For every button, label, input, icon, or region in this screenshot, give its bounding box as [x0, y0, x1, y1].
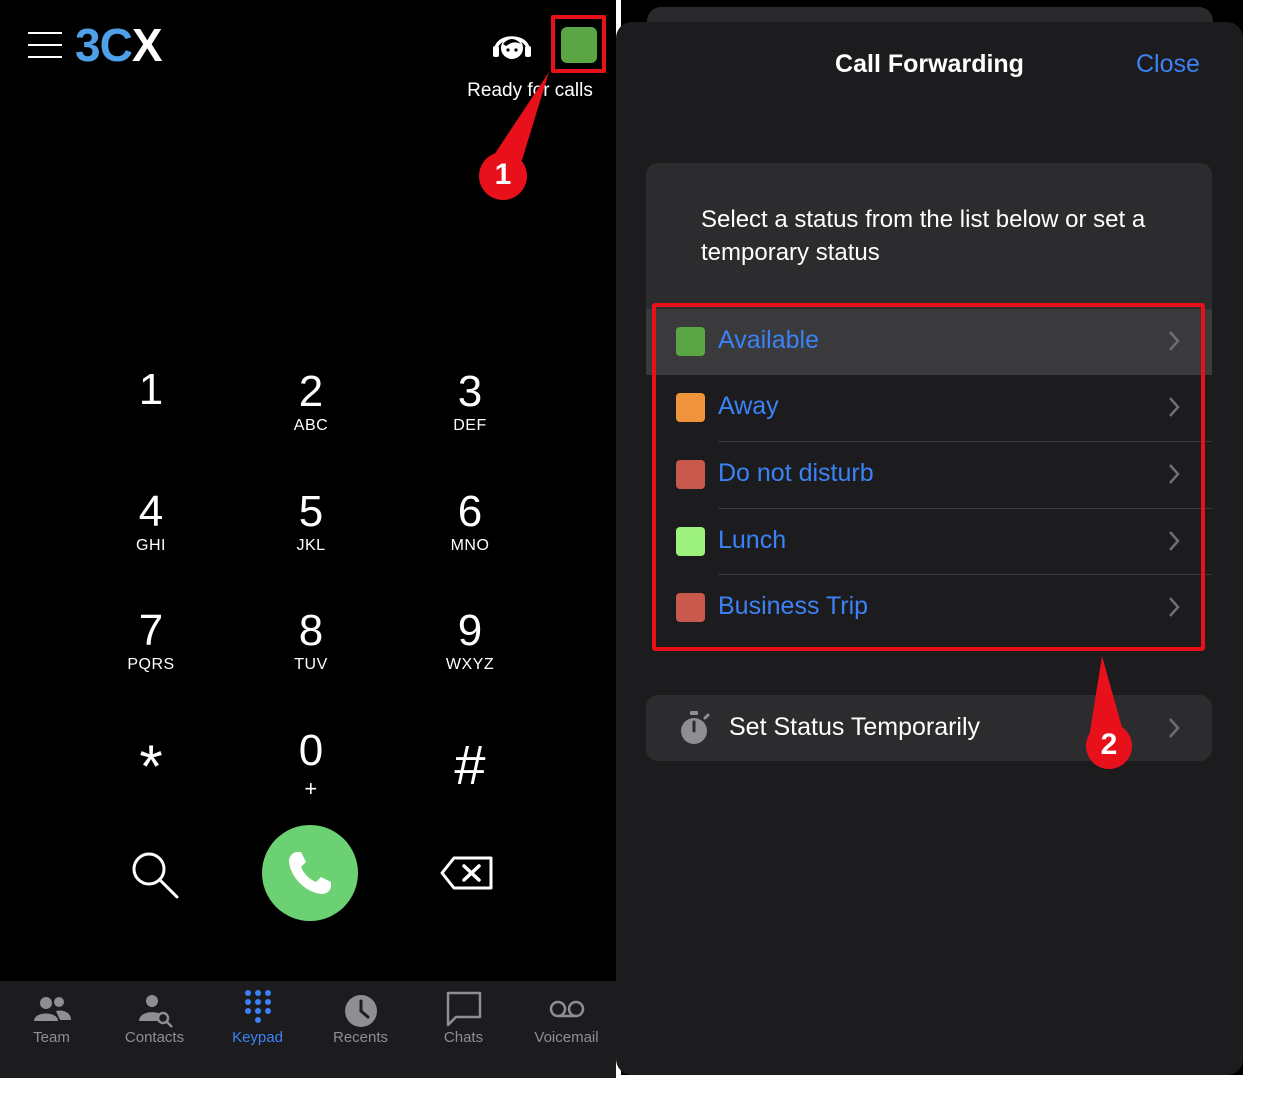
keypad-key-star[interactable]: *: [91, 737, 211, 797]
status-option-lunch[interactable]: Lunch: [646, 509, 1212, 575]
keypad-key-6[interactable]: 6 MNO: [410, 488, 530, 556]
call-button[interactable]: [262, 825, 358, 921]
keypad-key-9[interactable]: 9 WXYZ: [410, 607, 530, 675]
contacts-icon: [139, 995, 173, 1028]
status-option-business-trip[interactable]: Business Trip: [646, 575, 1212, 641]
chevron-right-icon: [1169, 718, 1180, 738]
tab-keypad[interactable]: Keypad: [206, 981, 309, 1078]
stopwatch-icon: [681, 711, 710, 744]
chevron-right-icon: [1169, 597, 1180, 617]
tab-recents[interactable]: Recents: [309, 981, 412, 1078]
chats-icon: [446, 991, 482, 1027]
keypad-key-hash[interactable]: #: [410, 735, 530, 795]
annotation-callout-number: 2: [1100, 728, 1118, 761]
keypad-key-5[interactable]: 5 JKL: [251, 488, 371, 556]
annotation-callout-number: 1: [494, 158, 512, 191]
keypad-key-1[interactable]: 1: [91, 366, 211, 414]
status-color-swatch: [676, 460, 705, 489]
status-option-do-not-disturb[interactable]: Do not disturb: [646, 442, 1212, 508]
status-indicator-button[interactable]: [561, 27, 597, 63]
status-option-available[interactable]: Available: [646, 309, 1212, 375]
chevron-right-icon: [1169, 464, 1180, 484]
hamburger-menu-icon[interactable]: [28, 28, 64, 64]
chevron-right-icon: [1169, 331, 1180, 351]
chevron-right-icon: [1169, 531, 1180, 551]
instructions-text: Select a status from the list below or s…: [701, 206, 1146, 266]
tab-contacts[interactable]: Contacts: [103, 981, 206, 1078]
tab-chats[interactable]: Chats: [412, 981, 515, 1078]
status-color-swatch: [676, 593, 705, 622]
headset-agent-icon[interactable]: [490, 24, 534, 64]
keypad-key-4[interactable]: 4 GHI: [91, 488, 211, 556]
search-icon[interactable]: [128, 848, 180, 900]
3cx-logo: 3CX: [75, 19, 163, 71]
tab-team[interactable]: Team: [0, 981, 103, 1078]
keypad-key-3[interactable]: 3 DEF: [410, 368, 530, 436]
status-option-away[interactable]: Away: [646, 375, 1212, 441]
keypad-key-7[interactable]: 7 PQRS: [91, 607, 211, 675]
status-color-swatch: [676, 327, 705, 356]
call-forwarding-screen: Call Forwarding Close Select a status fr…: [616, 0, 1243, 1075]
voicemail-icon: [549, 1000, 585, 1018]
keypad-icon: [245, 990, 271, 1023]
keypad-key-8[interactable]: 8 TUV: [251, 607, 371, 675]
bottom-tab-bar: Team Contacts Keypad Recents Chats Voice…: [0, 981, 616, 1078]
recents-icon: [345, 995, 377, 1027]
backspace-icon[interactable]: [440, 856, 494, 890]
team-icon: [34, 997, 71, 1021]
chevron-right-icon: [1169, 397, 1180, 417]
status-list: Available Away Do not disturb Lunch Busi…: [646, 309, 1212, 642]
status-color-swatch: [676, 393, 705, 422]
close-button[interactable]: Close: [1136, 50, 1200, 79]
dialer-screen: 3CX Ready for calls 1 1 2 ABC 3 DEF 4 GH…: [0, 0, 616, 1078]
keypad-key-2[interactable]: 2 ABC: [251, 368, 371, 436]
keypad-key-0[interactable]: 0 +: [251, 727, 371, 803]
status-color-swatch: [676, 527, 705, 556]
tab-voicemail[interactable]: Voicemail: [515, 981, 618, 1078]
phone-icon: [289, 852, 331, 894]
call-forwarding-sheet: Call Forwarding Close Select a status fr…: [616, 22, 1243, 1075]
